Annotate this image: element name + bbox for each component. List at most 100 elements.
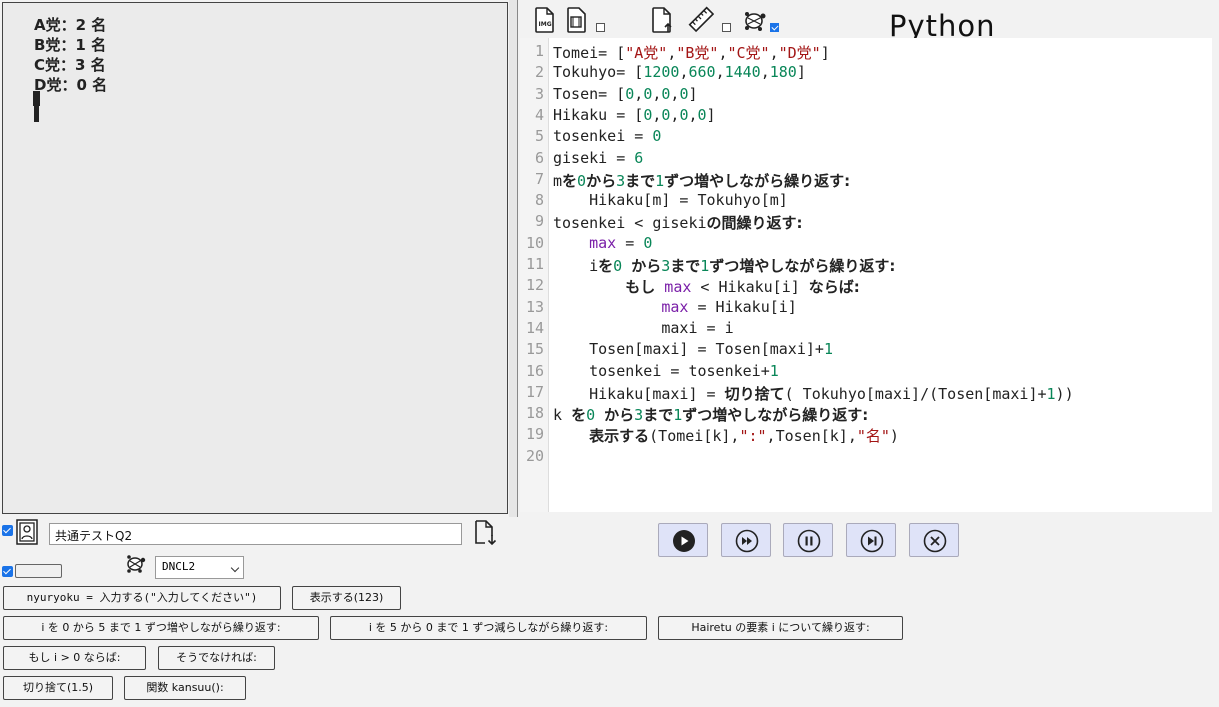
- code-token: 1: [700, 257, 710, 275]
- code-line[interactable]: maxi = i: [553, 318, 734, 337]
- turtle-icon[interactable]: [742, 6, 766, 34]
- code-token: まで: [643, 406, 674, 425]
- snippet-hyoji-button[interactable]: 表示する(123): [292, 586, 401, 610]
- line-number: 17: [525, 382, 544, 401]
- code-editor[interactable]: 1 2 3 4 5 6 7 8 9 10 11 12 13 14 15 16 17 18 19 20 Tomei= […: [520, 38, 1212, 512]
- code-token: ]: [706, 105, 716, 124]
- turtle-settings-icon[interactable]: [124, 551, 148, 575]
- snippet-else-button[interactable]: そうでなければ:: [158, 646, 275, 670]
- step-button[interactable]: [846, 523, 896, 557]
- fast-forward-icon: [735, 529, 759, 553]
- line-number: 5: [534, 127, 544, 146]
- code-line[interactable]: 表示する(Tomei[k],":",Tosen[k],"名"): [553, 425, 899, 446]
- python-logo: Python: [889, 8, 1029, 43]
- ruler-icon[interactable]: [688, 6, 715, 34]
- fast-forward-button[interactable]: [721, 523, 771, 557]
- code-line[interactable]: tosenkei = tosenkei+1: [553, 362, 779, 380]
- code-token: max: [664, 278, 692, 297]
- img-icon[interactable]: IMG: [532, 6, 556, 34]
- code-token: giseki =: [553, 148, 635, 167]
- toolbar-checkbox-1[interactable]: [596, 23, 605, 32]
- line-number: 12: [525, 276, 544, 295]
- code-token: "C党": [727, 44, 770, 62]
- code-line[interactable]: mを0から3まで1ずつ増やしながら繰り返す:: [553, 170, 850, 191]
- close-icon: [923, 529, 947, 553]
- file-checkbox[interactable]: [2, 525, 13, 536]
- code-token: 180: [769, 63, 797, 82]
- code-token: 0: [643, 84, 653, 103]
- panel-splitter[interactable]: [509, 0, 518, 517]
- code-line[interactable]: Hikaku = [0,0,0,0]: [553, 106, 716, 124]
- code-token: ( Tokuhyo[maxi]/(Tosen[maxi]+: [784, 384, 1047, 403]
- code-line[interactable]: tosenkei < gisekiの間繰り返す:: [553, 212, 803, 233]
- code-line[interactable]: Hikaku[maxi] = 切り捨て( Tokuhyo[maxi]/(Tose…: [553, 383, 1074, 404]
- code-token: ]: [820, 44, 830, 62]
- toolbar-checkbox-2[interactable]: [722, 23, 731, 32]
- turtle-cursor: [33, 91, 40, 123]
- code-token: ): [889, 427, 899, 446]
- line-number: 1: [534, 42, 544, 60]
- snippet-if-button[interactable]: もし i > 0 ならば:: [3, 646, 146, 670]
- line-number: 19: [525, 425, 544, 444]
- person-file-icon[interactable]: [16, 519, 38, 545]
- snippet-floor-button[interactable]: 切り捨て(1.5): [3, 676, 113, 700]
- code-line[interactable]: max = 0: [553, 234, 652, 252]
- film-icon[interactable]: [564, 6, 588, 34]
- code-token: ,: [688, 105, 698, 124]
- line-number: 9: [534, 212, 544, 231]
- code-token: まで: [670, 257, 701, 275]
- line-number: 6: [534, 148, 544, 167]
- stop-button[interactable]: [909, 523, 959, 557]
- snippet-nyuryoku-button[interactable]: nyuryoku = 入力する("入力してください"): [3, 586, 281, 610]
- snippet-func-button[interactable]: 関数 kansuu():: [124, 676, 246, 700]
- output-line: D党：0 名: [34, 76, 108, 94]
- code-token: 3: [616, 171, 626, 190]
- code-line[interactable]: Tosen= [0,0,0,0]: [553, 85, 698, 103]
- code-line[interactable]: Tokuhyo= [1200,660,1440,180]: [553, 63, 806, 81]
- code-line[interactable]: Tomei= ["A党","B党","C党","D党"]: [553, 42, 830, 63]
- output-line: A党：2 名: [34, 16, 107, 34]
- code-line[interactable]: Tosen[maxi] = Tosen[maxi]+1: [553, 340, 833, 358]
- code-line[interactable]: max = Hikaku[i]: [553, 298, 796, 316]
- play-button[interactable]: [658, 523, 708, 557]
- code-line[interactable]: Hikaku[m] = Tokuhyo[m]: [553, 191, 788, 209]
- blank-button[interactable]: [15, 564, 62, 578]
- code-token: ,Tosen[k],: [766, 427, 857, 446]
- code-token: ならば:: [808, 278, 860, 297]
- filename-input[interactable]: 共通テストQ2: [49, 523, 462, 545]
- code-line[interactable]: k を0 から3まで1ずつ増やしながら繰り返す:: [553, 404, 868, 425]
- code-line[interactable]: giseki = 6: [553, 149, 643, 167]
- code-token: 0: [643, 105, 653, 124]
- snippet-for-up-button[interactable]: i を 0 から 5 まで 1 ずつ増やしながら繰り返す:: [3, 616, 319, 640]
- code-line[interactable]: tosenkei = 0: [553, 127, 661, 145]
- language-select[interactable]: DNCL2: [155, 556, 244, 579]
- line-number: 13: [525, 297, 544, 316]
- code-token: ,: [718, 44, 728, 62]
- code-token: 1: [655, 171, 665, 190]
- code-line[interactable]: もし max < Hikaku[i] ならば:: [553, 276, 860, 297]
- code-token: )): [1055, 384, 1074, 403]
- code-token: Hikaku[m] = Tokuhyo[m]: [553, 191, 788, 210]
- toolbar-checkbox-3[interactable]: [770, 23, 779, 32]
- blank-checkbox[interactable]: [2, 566, 13, 577]
- code-token: ずつ増やしながら繰り返す:: [709, 257, 896, 275]
- pause-button[interactable]: [783, 523, 833, 557]
- code-token: "名": [856, 427, 890, 446]
- line-number: 16: [525, 361, 544, 380]
- code-token: Hikaku[maxi] =: [553, 384, 725, 403]
- code-token: max: [589, 233, 617, 252]
- code-token: から: [604, 406, 635, 425]
- code-token: maxi = i: [553, 318, 734, 337]
- snippet-for-each-button[interactable]: Hairetu の要素 i について繰り返す:: [658, 616, 903, 640]
- language-select-value: DNCL2: [162, 560, 196, 573]
- code-token: 切り捨て: [724, 384, 785, 403]
- snippet-for-down-button[interactable]: i を 5 から 0 まで 1 ずつ減らしながら繰り返す:: [330, 616, 647, 640]
- code-token: ":": [739, 427, 767, 446]
- code-line[interactable]: iを0 から3まで1ずつ増やしながら繰り返す:: [553, 255, 895, 276]
- upload-file-icon[interactable]: [649, 6, 673, 34]
- download-file-icon[interactable]: [472, 519, 498, 547]
- code-token: まで: [625, 171, 656, 190]
